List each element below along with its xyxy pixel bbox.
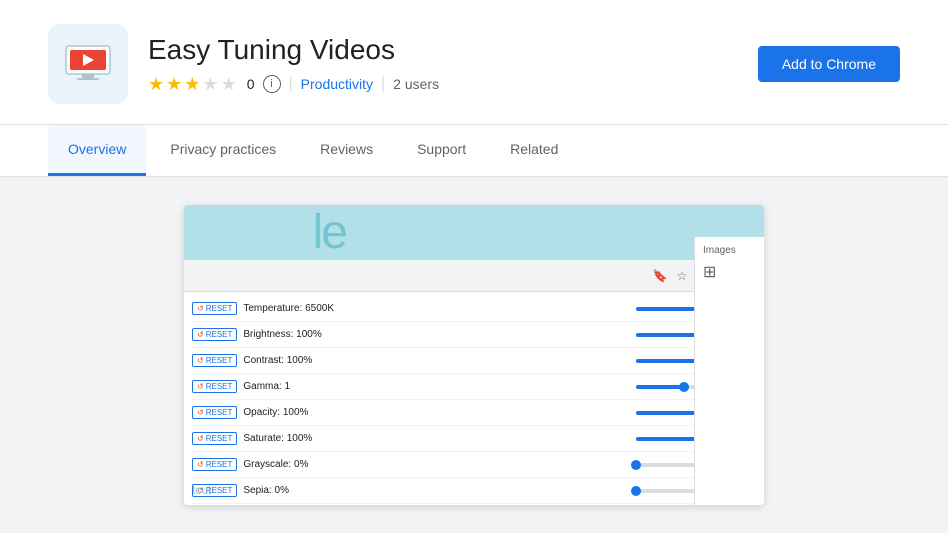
screenshot-controls-panel: 🔖 ☆ 🧩 ↑ ⊞ ↺ RESET Temperature: 6500K ↺ R… <box>184 260 764 505</box>
separator-1: | <box>289 75 293 93</box>
screenshot-left-area: le <box>184 205 354 260</box>
reset-button-2[interactable]: ↺ RESET <box>192 354 237 367</box>
control-label-5: Saturate: 100% <box>243 433 630 444</box>
reset-icon-3: ↺ <box>197 382 204 391</box>
nav-tabs: Overview Privacy practices Reviews Suppo… <box>0 125 948 177</box>
control-label-6: Grayscale: 0% <box>243 459 630 470</box>
slider-fill-3 <box>636 385 684 389</box>
add-to-chrome-button[interactable]: Add to Chrome <box>758 46 900 82</box>
star-4: ★ <box>202 74 218 95</box>
slider-thumb-7 <box>631 486 641 496</box>
images-grid-icon: ⊞ <box>703 262 756 282</box>
screenshot-left-text: le <box>313 205 346 260</box>
control-label-4: Opacity: 100% <box>243 407 630 418</box>
reset-button-4[interactable]: ↺ RESET <box>192 406 237 419</box>
reset-button-5[interactable]: ↺ RESET <box>192 432 237 445</box>
tab-overview[interactable]: Overview <box>48 125 146 176</box>
star-1: ★ <box>148 74 164 95</box>
app-header: Easy Tuning Videos ★ ★ ★ ★ ★ 0 i | Produ… <box>0 0 948 125</box>
star-3: ★ <box>184 74 200 95</box>
control-label-1: Brightness: 100% <box>243 329 630 340</box>
category-link[interactable]: Productivity <box>301 76 373 92</box>
control-row: ↺ RESET Invert: 0% <box>192 504 756 505</box>
control-row: ↺ RESET Saturate: 100% <box>192 426 756 452</box>
star-5: ★ <box>221 74 237 95</box>
control-row: ↺ RESET Sepia: 0% <box>192 478 756 504</box>
images-panel: Images ⊞ <box>694 237 764 505</box>
app-meta: ★ ★ ★ ★ ★ 0 i | Productivity | 2 users <box>148 74 738 95</box>
control-label-0: Temperature: 6500K <box>243 303 630 314</box>
control-row: ↺ RESET Brightness: 100% <box>192 322 756 348</box>
star-rating: ★ ★ ★ ★ ★ <box>148 74 237 95</box>
reset-icon-6: ↺ <box>197 460 204 469</box>
app-info: Easy Tuning Videos ★ ★ ★ ★ ★ 0 i | Produ… <box>148 34 738 95</box>
app-icon <box>48 24 128 104</box>
control-row: ↺ RESET Contrast: 100% <box>192 348 756 374</box>
content-area: le 🔖 ☆ 🧩 ↑ ⊞ ↺ RESET Temperature: 6500K <box>0 177 948 533</box>
user-count: 2 users <box>393 76 439 92</box>
reset-button-3[interactable]: ↺ RESET <box>192 380 237 393</box>
app-icon-wrapper <box>48 24 128 104</box>
star-toolbar-icon: ☆ <box>674 268 690 284</box>
tab-privacy[interactable]: Privacy practices <box>150 125 296 176</box>
star-2: ★ <box>166 74 182 95</box>
images-label: Images <box>703 245 756 256</box>
screenshot-bottom-text: tcut <box>192 483 211 497</box>
control-label-2: Contrast: 100% <box>243 355 630 366</box>
tab-support[interactable]: Support <box>397 125 486 176</box>
rating-count: 0 <box>247 76 255 92</box>
reset-icon-4: ↺ <box>197 408 204 417</box>
control-row: ↺ RESET Temperature: 6500K <box>192 296 756 322</box>
app-icon-svg <box>60 36 116 92</box>
chrome-toolbar: 🔖 ☆ 🧩 ↑ ⊞ <box>184 260 764 292</box>
reset-icon-2: ↺ <box>197 356 204 365</box>
reset-icon-0: ↺ <box>197 304 204 313</box>
reset-icon-1: ↺ <box>197 330 204 339</box>
bookmark-toolbar-icon: 🔖 <box>652 268 668 284</box>
control-row: ↺ RESET Opacity: 100% <box>192 400 756 426</box>
reset-button-6[interactable]: ↺ RESET <box>192 458 237 471</box>
control-row: ↺ RESET Gamma: 1 <box>192 374 756 400</box>
control-label-7: Sepia: 0% <box>243 485 630 496</box>
reset-icon-5: ↺ <box>197 434 204 443</box>
tab-related[interactable]: Related <box>490 125 578 176</box>
app-title: Easy Tuning Videos <box>148 34 738 66</box>
controls-list: ↺ RESET Temperature: 6500K ↺ RESET Brigh… <box>184 292 764 505</box>
control-label-3: Gamma: 1 <box>243 381 630 392</box>
tab-reviews[interactable]: Reviews <box>300 125 393 176</box>
slider-thumb-6 <box>631 460 641 470</box>
reset-button-1[interactable]: ↺ RESET <box>192 328 237 341</box>
reset-button-0[interactable]: ↺ RESET <box>192 302 237 315</box>
info-icon[interactable]: i <box>263 75 281 93</box>
separator-2: | <box>381 75 385 93</box>
slider-thumb-3 <box>679 382 689 392</box>
screenshot-container: le 🔖 ☆ 🧩 ↑ ⊞ ↺ RESET Temperature: 6500K <box>184 205 764 505</box>
control-row: ↺ RESET Grayscale: 0% <box>192 452 756 478</box>
